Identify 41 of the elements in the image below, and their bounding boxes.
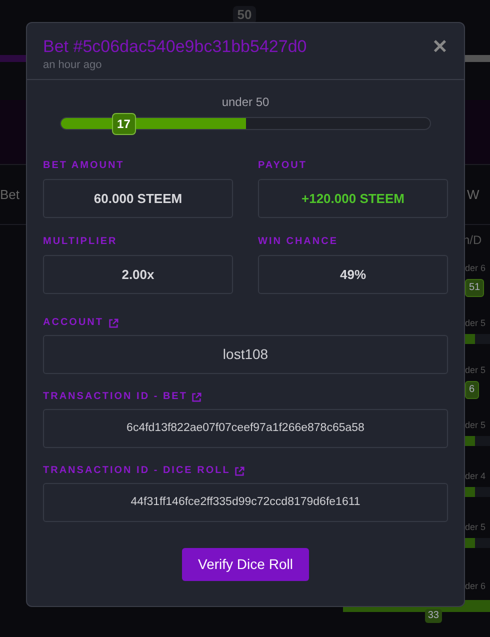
condition-text: under 50 (222, 94, 270, 111)
condition-text: der 6 (465, 264, 487, 273)
verify-button[interactable]: Verify Dice Roll (182, 548, 309, 581)
section-heading: Bet (0, 186, 20, 204)
condition-text: der 5 (465, 523, 487, 532)
value-field: lost108 (43, 335, 448, 374)
field-label: PAYOUT (258, 160, 308, 172)
roll-thumb: 17 (112, 113, 136, 135)
external-link-icon[interactable] (108, 318, 118, 328)
roll-badge: 6 (465, 381, 479, 399)
roll-bar (465, 487, 490, 497)
field-label: ACCOUNT (43, 317, 104, 329)
field-label: MULTIPLIER (43, 236, 118, 248)
roll-bar (465, 436, 490, 446)
value-field: 6c4fd13f822ae07f07ceef97a1f266e878c65a58 (43, 409, 448, 448)
roll-badge: 33 (424, 609, 442, 623)
section-heading: W (467, 186, 480, 204)
field-label: BET AMOUNT (43, 160, 126, 172)
external-link-icon[interactable] (191, 392, 202, 402)
timestamp-text: an hour ago (43, 58, 103, 72)
field-label: TRANSACTION ID - DICE ROLL (43, 465, 230, 477)
progress-strip (463, 55, 490, 62)
roll-bar (465, 538, 490, 548)
value-field: 49% (258, 255, 448, 294)
condition-text: der 4 (465, 472, 487, 481)
condition-text: der 6 (465, 582, 487, 591)
value-field: 44f31ff146fce2ff335d99c72ccd8179d6fe1611 (43, 483, 448, 522)
condition-text: der 5 (465, 421, 487, 430)
roll-badge: 51 (465, 279, 484, 297)
value-field: 2.00x (43, 255, 233, 294)
value-field: +120.000 STEEM (258, 179, 448, 218)
field-label: TRANSACTION ID - BET (43, 391, 188, 403)
progress-strip (0, 55, 26, 62)
condition-text: der 5 (465, 319, 487, 328)
condition-text: der 5 (465, 366, 487, 375)
close-button[interactable]: ✕ (432, 38, 448, 57)
value-field: 60.000 STEEM (43, 179, 233, 218)
external-link-icon[interactable] (234, 466, 246, 476)
dialog-title: Bet #5c06dac540e9bc31bb5427d0 (43, 36, 307, 58)
field-label: WIN CHANCE (258, 236, 339, 248)
roll-bar (465, 334, 490, 344)
